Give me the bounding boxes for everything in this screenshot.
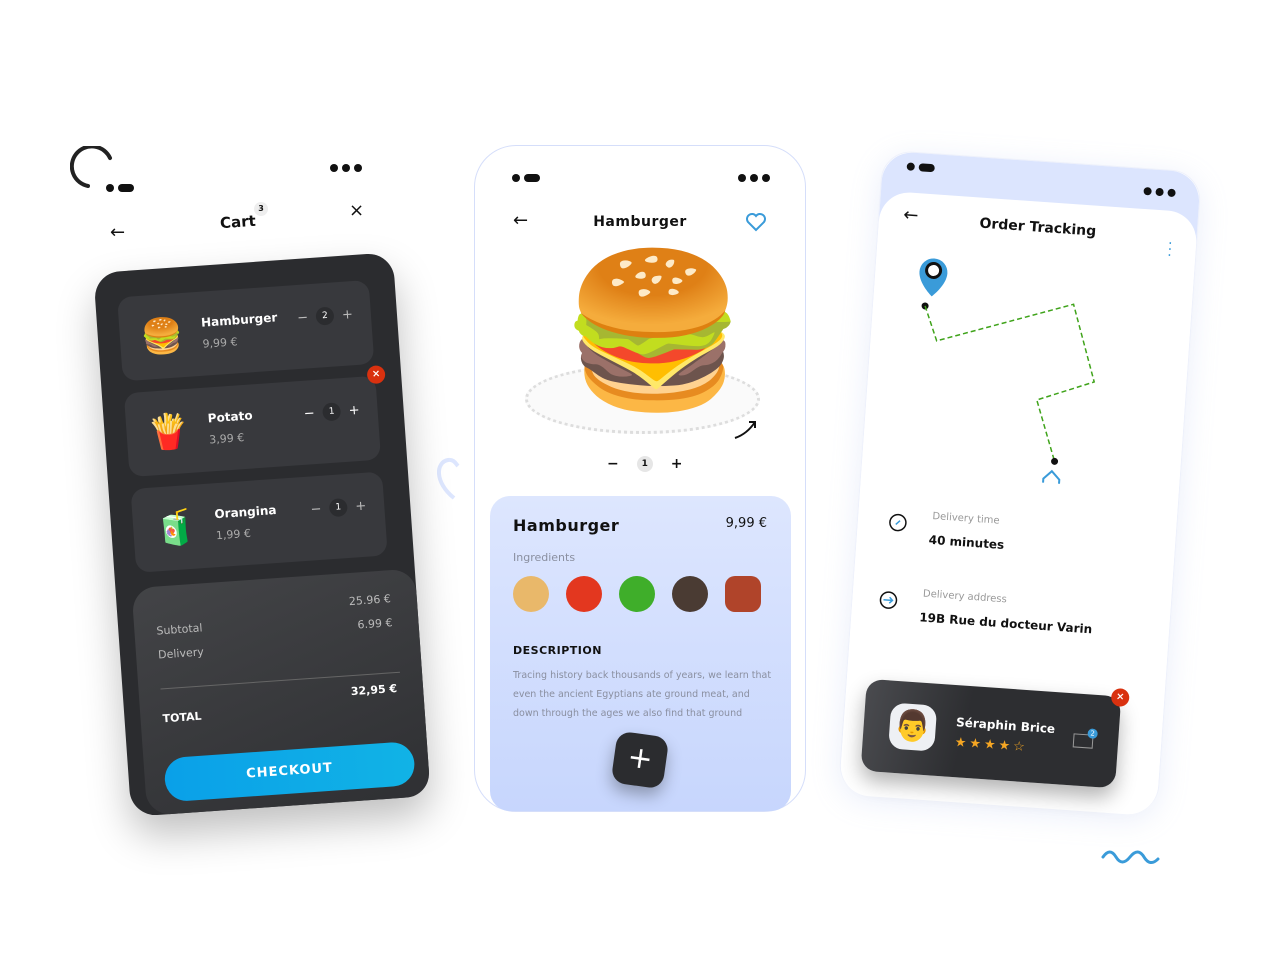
subtotal-label: Subtotal <box>156 621 203 638</box>
subtotal-value: 25.96 € <box>348 592 392 609</box>
driver-card: 👨 Séraphin Brice ★★★★☆ 2 × <box>860 678 1130 789</box>
order-summary: Subtotal 25.96 € Delivery 6.99 € TOTAL 3… <box>131 568 431 816</box>
item-name: Hamburger <box>200 310 278 330</box>
increase-button[interactable]: + <box>341 307 353 323</box>
delivery-time-label: Delivery time <box>932 510 1000 527</box>
description-label: DESCRIPTION <box>513 644 602 657</box>
item-price: 9,99 € <box>202 335 238 351</box>
increase-button[interactable]: + <box>348 402 360 418</box>
close-icon[interactable]: × <box>349 200 364 221</box>
increase-button[interactable]: + <box>355 498 367 514</box>
wave-decor-icon <box>1101 850 1160 864</box>
product-info-panel: Hamburger 9,99 € Ingredients DESCRIPTION… <box>490 496 791 811</box>
address-arrow-icon <box>879 591 898 609</box>
rotate-arrow-icon[interactable] <box>733 418 759 440</box>
cart-item: 🍔 Hamburger 9,99 € −2 + <box>117 279 375 382</box>
driver-avatar: 👨 <box>888 702 938 752</box>
cart-item: × 🍟 Potato 3,99 € −1 + <box>123 365 386 478</box>
product-name: Hamburger <box>513 516 620 535</box>
cart-panel: 🍔 Hamburger 9,99 € −2 + × 🍟 Potato 3,99 €… <box>93 252 431 817</box>
delivery-route-map <box>919 258 1096 489</box>
delivery-value: 6.99 € <box>357 616 393 632</box>
decrease-button[interactable]: − <box>607 456 619 472</box>
decrease-button[interactable]: − <box>303 406 315 422</box>
ingredients-label: Ingredients <box>513 551 576 564</box>
decor-dots <box>106 184 134 192</box>
product-detail-screen: ← Hamburger 🍔 − 1 + Hamburger 9,99 € Ing… <box>474 145 806 812</box>
total-value: 32,95 € <box>350 681 398 699</box>
item-name: Potato <box>207 408 254 426</box>
item-price: 3,99 € <box>208 431 245 447</box>
quantity: 1 <box>636 456 653 472</box>
add-to-cart-button[interactable]: + <box>610 730 670 790</box>
ingredient-bun[interactable] <box>513 576 549 612</box>
total-label: TOTAL <box>162 709 203 726</box>
back-arrow-icon[interactable]: ← <box>110 222 125 243</box>
remove-item-button[interactable]: × <box>366 365 386 385</box>
product-price: 9,99 € <box>725 516 767 531</box>
ingredient-tomato[interactable] <box>566 576 602 612</box>
order-tracking-screen: ← Order Tracking · · · Delivery time 40 mi… <box>837 149 1203 817</box>
hamburger-image: 🍔 <box>139 315 185 358</box>
ingredient-bacon[interactable] <box>725 576 761 612</box>
quantity: 1 <box>322 402 342 422</box>
heart-outline-decor-icon <box>437 457 460 500</box>
cart-count-badge: 3 <box>254 202 268 216</box>
favorite-heart-icon[interactable] <box>745 212 767 232</box>
ingredient-lettuce[interactable] <box>619 576 655 612</box>
hamburger-image: 🍔 <box>560 244 747 418</box>
orangina-bottle-image: 🧃 <box>152 506 198 550</box>
ingredient-patty[interactable] <box>672 576 708 612</box>
checkout-button[interactable]: CHECKOUT <box>163 740 416 803</box>
delivery-label: Delivery <box>157 645 205 662</box>
message-count-badge: 2 <box>1087 728 1098 740</box>
page-title: Order Tracking <box>978 215 1097 240</box>
home-icon <box>1041 469 1061 489</box>
menu-dots-icon[interactable] <box>738 174 770 182</box>
more-options-icon[interactable]: · · · <box>1167 236 1173 264</box>
item-price: 1,99 € <box>215 526 252 543</box>
clock-icon <box>889 513 907 532</box>
decrease-button[interactable]: − <box>310 501 322 517</box>
fries-image: 🍟 <box>146 410 192 454</box>
quantity: 1 <box>328 497 349 518</box>
delivery-time-value: 40 minutes <box>928 532 1005 553</box>
delivery-address-label: Delivery address <box>922 588 1008 606</box>
rating-stars: ★★★★☆ <box>954 735 1029 756</box>
increase-button[interactable]: + <box>671 456 683 472</box>
decrease-button[interactable]: − <box>297 310 309 326</box>
cart-item: 🧃 Orangina 1,99 € −1 + <box>130 471 388 573</box>
cart-title: Cart <box>219 211 257 233</box>
delivery-address-value: 19B Rue du docteur Varin <box>918 610 1093 637</box>
quantity: 2 <box>315 306 335 326</box>
item-name: Orangina <box>213 502 277 522</box>
ingredients-list <box>513 576 778 616</box>
description-text: Tracing history back thousands of years,… <box>513 670 772 719</box>
quantity-stepper: − 1 + <box>607 456 682 472</box>
status-indicator <box>512 174 540 182</box>
driver-name: Séraphin Brice <box>955 715 1056 737</box>
menu-dots-icon[interactable] <box>330 164 362 172</box>
